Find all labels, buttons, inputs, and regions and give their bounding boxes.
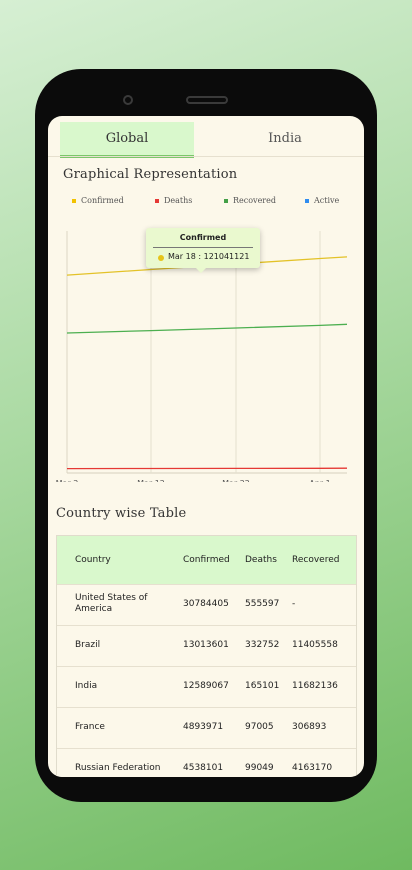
legend-confirmed[interactable]: Confirmed: [72, 196, 124, 205]
row-recovered: -: [292, 599, 296, 609]
table-row[interactable]: France 4893971 97005 306893: [57, 707, 356, 749]
tooltip-value: Mar 18 : 121041121: [168, 252, 250, 261]
row-recovered: 11405558: [292, 640, 338, 650]
legend-active-marker: [305, 199, 309, 203]
x-tick-label: Mar 22: [222, 479, 250, 482]
x-tick-label: Apr 1: [309, 479, 330, 482]
phone-frame: Global India Graphical Representation Co…: [35, 69, 377, 802]
table-row[interactable]: India 12589067 165101 11682136: [57, 666, 356, 708]
table-row[interactable]: Brazil 13013601 332752 11405558: [57, 625, 356, 667]
row-country: France: [75, 722, 105, 732]
tooltip-pointer: [196, 268, 206, 273]
x-tick-label: Mar 2: [56, 479, 79, 482]
header-recovered[interactable]: Recovered: [292, 555, 339, 565]
tooltip-title: Confirmed: [179, 233, 227, 242]
row-confirmed: 4538101: [183, 763, 224, 773]
row-deaths: 99049: [245, 763, 274, 773]
legend-recovered-label: Recovered: [233, 196, 276, 205]
row-recovered: 11682136: [292, 681, 338, 691]
table-header: Country Confirmed Deaths Recovered: [57, 536, 356, 584]
row-confirmed: 12589067: [183, 681, 229, 691]
legend-deaths[interactable]: Deaths: [155, 196, 192, 205]
tooltip-series-dot: [158, 255, 164, 261]
tab-divider: [48, 156, 364, 157]
row-confirmed: 13013601: [183, 640, 229, 650]
row-deaths: 165101: [245, 681, 280, 691]
legend-deaths-marker: [155, 199, 159, 203]
x-tick-label: Mar 12: [137, 479, 165, 482]
row-recovered: 4163170: [292, 763, 333, 773]
header-country[interactable]: Country: [75, 555, 111, 565]
country-table: Country Confirmed Deaths Recovered Unite…: [56, 535, 357, 777]
graph-section-title: Graphical Representation: [63, 167, 238, 182]
tab-global[interactable]: Global: [60, 122, 194, 158]
row-confirmed: 4893971: [183, 722, 224, 732]
row-deaths: 97005: [245, 722, 274, 732]
legend-deaths-label: Deaths: [164, 196, 193, 205]
header-deaths[interactable]: Deaths: [245, 555, 277, 565]
row-deaths: 555597: [245, 599, 280, 609]
row-recovered: 306893: [292, 722, 327, 732]
legend-recovered-marker: [224, 199, 228, 203]
legend-confirmed-marker: [72, 199, 76, 203]
tooltip-divider: [153, 247, 253, 248]
speaker-grille: [186, 96, 228, 104]
table-section-title: Country wise Table: [56, 506, 187, 521]
tab-bar: Global India: [48, 122, 364, 158]
row-country: Russian Federation: [75, 763, 161, 773]
table-row[interactable]: United States of America 30784405 555597…: [57, 584, 356, 626]
row-country: United States of America: [75, 593, 148, 614]
row-deaths: 332752: [245, 640, 280, 650]
app-screen: Global India Graphical Representation Co…: [48, 116, 364, 777]
series-line-recovered: [66, 323, 348, 334]
row-country: Brazil: [75, 640, 101, 650]
legend-confirmed-label: Confirmed: [81, 196, 124, 205]
header-confirmed[interactable]: Confirmed: [183, 555, 230, 565]
legend-active[interactable]: Active: [305, 196, 339, 205]
tab-india[interactable]: India: [208, 122, 362, 155]
chart-legend: Confirmed Deaths Recovered Active: [62, 196, 352, 208]
chart-tooltip: Confirmed Mar 18 : 121041121: [146, 228, 260, 273]
table-row[interactable]: Russian Federation 4538101 99049 4163170: [57, 748, 356, 777]
row-country: India: [75, 681, 98, 691]
legend-active-label: Active: [314, 196, 340, 205]
row-confirmed: 30784405: [183, 599, 229, 609]
legend-recovered[interactable]: Recovered: [224, 196, 276, 205]
camera-icon: [123, 95, 133, 105]
